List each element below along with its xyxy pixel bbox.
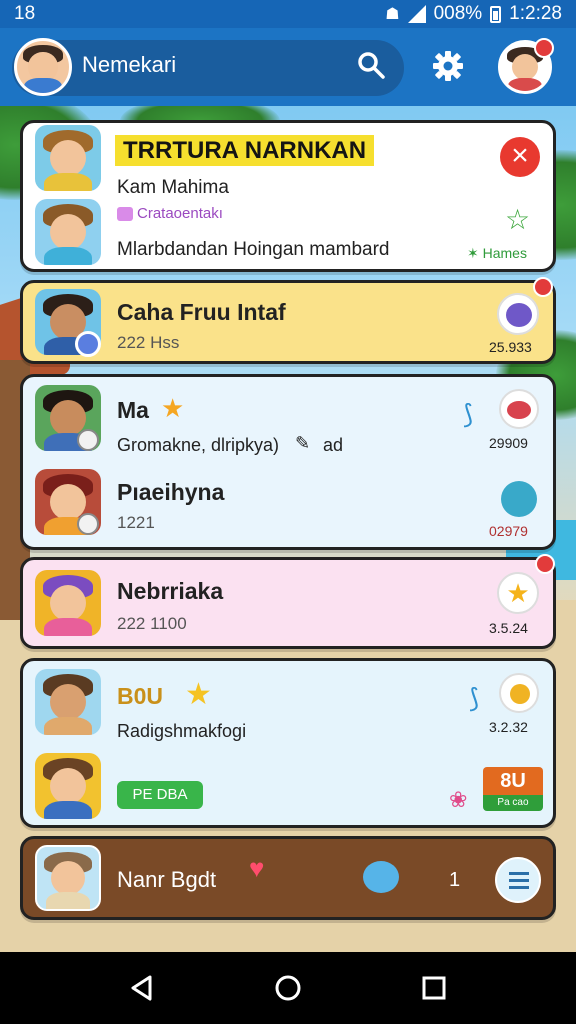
- verified-icon: [75, 331, 101, 357]
- gear-icon[interactable]: [432, 50, 464, 82]
- emoji-icon[interactable]: [499, 673, 539, 713]
- menu-icon[interactable]: [495, 857, 541, 903]
- unread-badge: [535, 554, 555, 574]
- contact-name: B0U: [117, 683, 164, 709]
- chat-card[interactable]: Nanr Bgdt ♥ 1: [20, 836, 556, 920]
- contact-avatar: [35, 125, 101, 191]
- contact-name: Ma: [117, 397, 149, 423]
- signal-icon: [407, 5, 426, 23]
- app-bar: Nemekari: [0, 28, 576, 106]
- chat-group-card[interactable]: Ma ★ Gromakne, dlripkya) ✎ ad ⟆ 29909 Pı…: [20, 374, 556, 550]
- heart-icon[interactable]: ♥: [249, 853, 264, 884]
- contact-name: TRRTURA NARNKAN: [115, 135, 375, 166]
- battery-percent: 008%: [433, 3, 483, 24]
- contact-name: Nebrriaka: [117, 578, 224, 604]
- notification-icon: ☗: [385, 6, 400, 23]
- contact-avatar: [35, 570, 101, 636]
- message-time: 02979: [489, 523, 528, 539]
- recents-icon[interactable]: [420, 974, 448, 1002]
- tag-text: Crataoentakı: [137, 205, 223, 222]
- profile-avatar[interactable]: [14, 38, 72, 96]
- mask-icon[interactable]: [499, 389, 539, 429]
- app-title: Nemekari: [82, 52, 177, 77]
- message-time: 3.2.32: [489, 719, 528, 735]
- contact-name: Pıaeihyna: [117, 479, 225, 505]
- action-button[interactable]: PE DBA: [117, 781, 203, 809]
- chat-group-card[interactable]: B0U ★ Radigshmakfogi ⟆ 3.2.32 PE DBA ❀ 8…: [20, 658, 556, 828]
- bird-icon[interactable]: [363, 861, 399, 893]
- status-right: ☗ 008% 1:2:28: [385, 3, 562, 25]
- chat-card[interactable]: Nebrriaka 222 1100 ★ 3.5.24: [20, 554, 556, 649]
- battery-icon: [490, 5, 502, 23]
- status-clock: 1:2:28: [509, 3, 562, 24]
- star-icon: ★: [161, 393, 185, 423]
- contact-meta: 222 1100: [117, 614, 187, 633]
- chat-card[interactable]: Caha Fruu Intaf 222 Hss 25.933: [20, 277, 556, 364]
- action-button-label: PE DBA: [132, 786, 188, 803]
- message-preview: Mlarbdandan Hoingan mambard: [117, 239, 390, 260]
- message-extra: ad: [323, 435, 344, 455]
- contact-name: Nanr Bgdt: [117, 867, 217, 892]
- star-icon[interactable]: ☆: [505, 203, 530, 236]
- link-icon[interactable]: ⟆: [469, 683, 479, 714]
- message-time: 3.5.24: [489, 620, 528, 636]
- contact-name: Caha Fruu Intaf: [117, 299, 286, 325]
- status-dot: [77, 429, 99, 451]
- status-time-left: 18: [14, 3, 36, 24]
- contact-sub: Kam Mahima: [117, 177, 229, 198]
- tag-label: Crataoentakı: [117, 205, 223, 222]
- contact-avatar-secondary: [35, 199, 101, 265]
- message-time: 29909: [489, 435, 528, 451]
- contact-meta: 1221: [117, 513, 155, 532]
- star-icon[interactable]: ★: [497, 572, 539, 614]
- contact-avatar: [35, 669, 101, 735]
- footer-label: ✶ Hames: [467, 245, 527, 262]
- close-icon[interactable]: ×: [500, 137, 540, 177]
- bird-icon[interactable]: [497, 293, 539, 335]
- sticker-icon: ✎: [295, 433, 311, 453]
- message-time: 25.933: [489, 339, 532, 355]
- unread-badge: [533, 277, 553, 297]
- message-preview: Radigshmakfogi: [117, 721, 247, 741]
- link-icon[interactable]: ⟆: [463, 399, 473, 430]
- footer-text: Hames: [482, 245, 527, 261]
- status-bar: 18 ☗ 008% 1:2:28: [0, 0, 576, 28]
- people-icon: ✶: [467, 245, 479, 261]
- score-bottom: Pa cao: [483, 795, 543, 811]
- star-icon: ★: [185, 678, 212, 711]
- back-icon[interactable]: [128, 974, 156, 1002]
- score-badge: 8U Pa cao: [483, 767, 543, 811]
- unread-count: 1: [449, 869, 461, 891]
- tag-icon: [117, 207, 133, 222]
- contact-avatar: [35, 845, 101, 911]
- chat-card[interactable]: TRRTURA NARNKAN Kam Mahima Crataoentakı …: [20, 120, 556, 272]
- message-preview: Gromakne, dlripkya): [117, 435, 280, 455]
- ball-icon[interactable]: [501, 481, 537, 517]
- home-icon[interactable]: [274, 974, 302, 1002]
- contact-name-wrap: TRRTURA NARNKAN: [115, 135, 375, 166]
- search-icon[interactable]: [356, 50, 386, 80]
- contact-meta: 222 Hss: [117, 333, 180, 352]
- status-dot: [77, 513, 99, 535]
- notification-badge: [534, 38, 554, 58]
- score-top: 8U: [483, 767, 543, 795]
- gift-icon: ❀: [449, 787, 468, 812]
- navigation-bar: [0, 952, 576, 1024]
- contact-avatar-secondary: [35, 753, 101, 819]
